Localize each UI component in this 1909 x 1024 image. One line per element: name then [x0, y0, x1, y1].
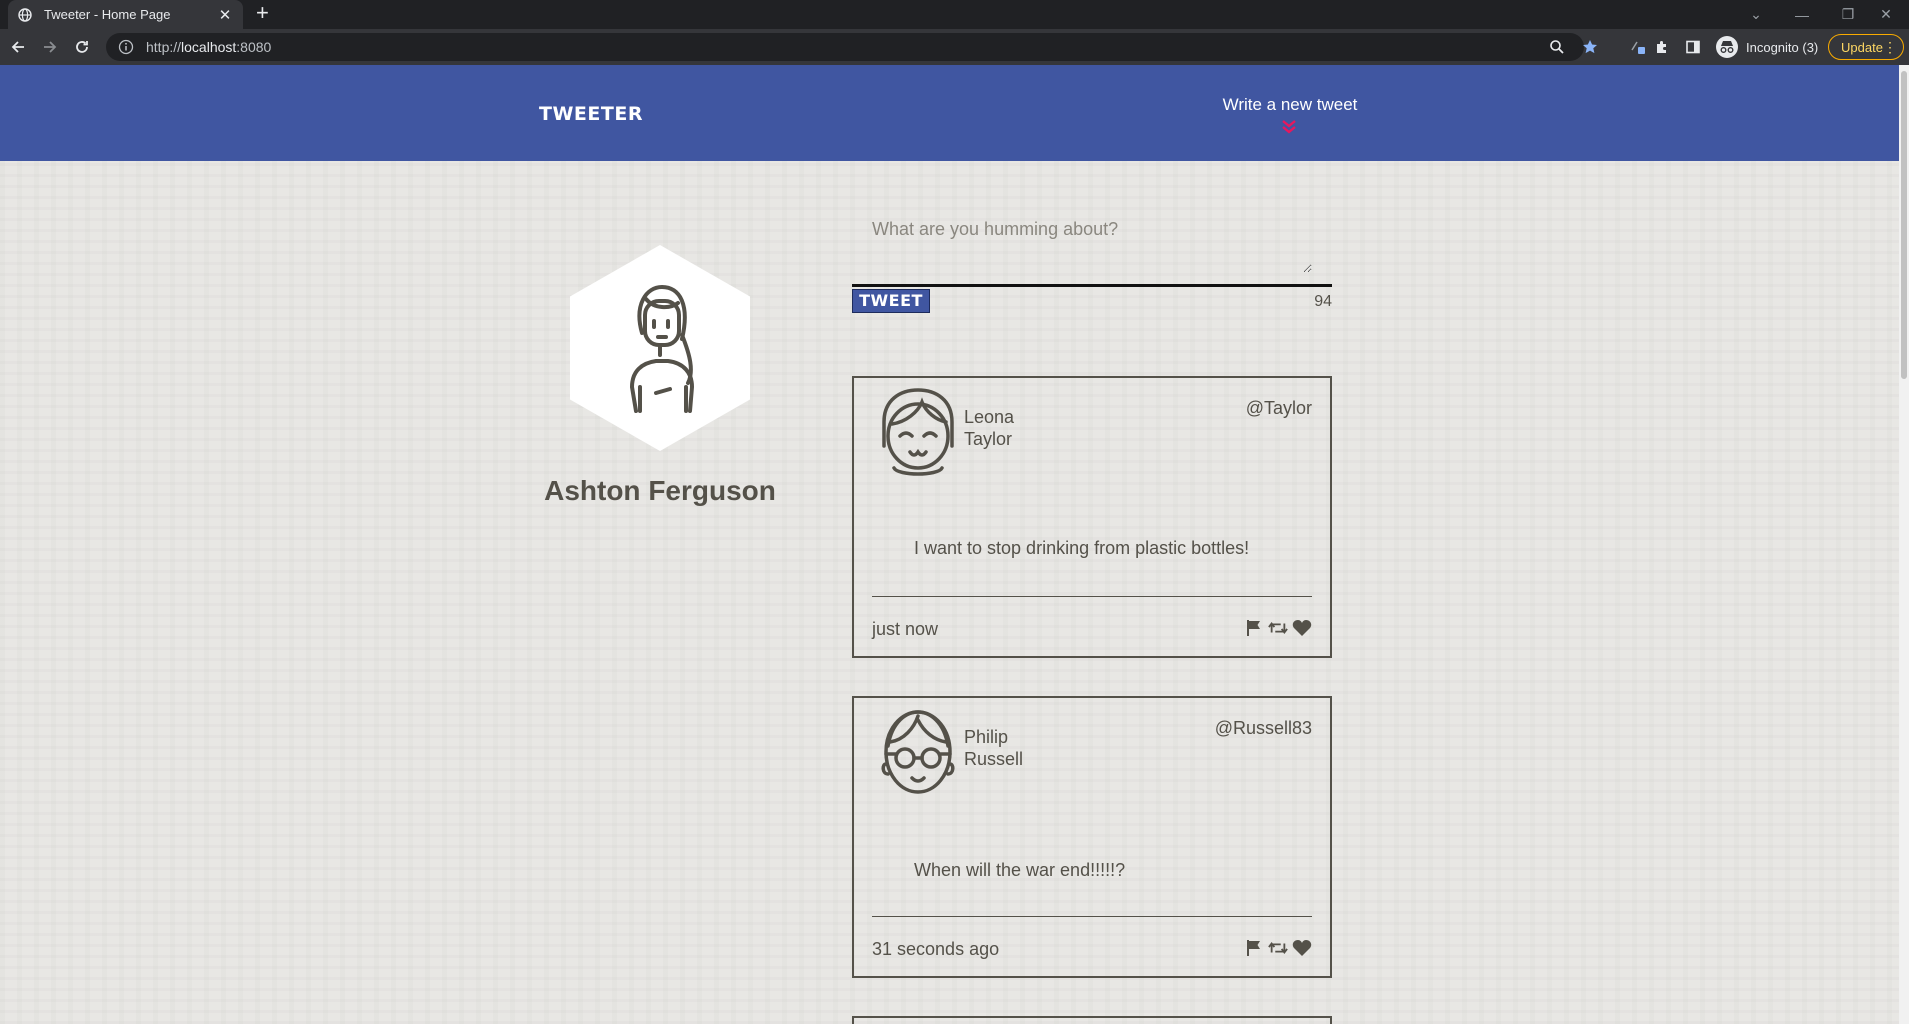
brand-logo[interactable]: TWEETER — [539, 103, 643, 125]
write-new-tweet-link[interactable]: Write a new tweet — [1220, 95, 1360, 115]
character-counter: 94 — [1314, 293, 1332, 310]
flag-icon[interactable] — [1244, 618, 1264, 638]
address-bar[interactable]: http://localhost:8080 — [106, 33, 1584, 61]
tweet-submit-button[interactable]: TWEET — [852, 289, 930, 313]
browser-menu-icon[interactable]: ⋮ — [1883, 39, 1897, 56]
double-chevron-down-icon[interactable] — [1280, 119, 1298, 135]
tweet-handle: @Russell83 — [1214, 718, 1312, 738]
compose-underline — [852, 284, 1332, 287]
site-info-icon[interactable] — [118, 39, 134, 55]
author-last-name: Russell — [964, 749, 1024, 769]
tweet-actions — [1244, 618, 1312, 638]
bookmark-star-icon[interactable] — [1580, 37, 1600, 57]
tab-search-icon[interactable]: ⌄ — [1733, 0, 1779, 29]
page-scrollbar[interactable] — [1899, 65, 1909, 1024]
smiling-girl-avatar-icon — [878, 386, 958, 476]
tweet-divider — [872, 916, 1312, 917]
tab-title: Tweeter - Home Page — [44, 7, 171, 22]
browser-toolbar: http://localhost:8080 Incognito (3) Upda… — [0, 29, 1909, 65]
side-panel-icon[interactable] — [1683, 37, 1703, 57]
globe-icon — [18, 7, 32, 22]
puzzle-piece-icon[interactable] — [1652, 37, 1672, 57]
author-first-name: Leona — [964, 407, 1015, 427]
tweet-handle: @Taylor — [1245, 398, 1312, 418]
incognito-label: Incognito (3) — [1746, 39, 1819, 55]
user-profile: Ashton Ferguson — [540, 245, 780, 507]
tweet-timestamp: just now — [872, 619, 939, 639]
page-viewport: TWEETER Write a new tweet Ashton Ferguso… — [0, 65, 1899, 1024]
back-arrow-icon[interactable] — [6, 35, 30, 59]
tweet-card: Philip Russell @Russell83 When will the … — [852, 696, 1332, 978]
browser-tab-strip: Tweeter - Home Page ✕ + ⌄ — ❐ ✕ — [0, 0, 1909, 29]
top-navigation: TWEETER Write a new tweet — [0, 65, 1899, 161]
tweet-author-name: Philip Russell — [964, 726, 1023, 770]
tweet-divider — [872, 596, 1312, 597]
tweet-content: When will the war end!!!!!? — [914, 860, 1126, 880]
glasses-boy-avatar-icon — [878, 706, 958, 796]
heart-icon[interactable] — [1292, 938, 1312, 958]
incognito-profile-button[interactable]: Incognito (3) — [1716, 34, 1818, 60]
new-tab-button[interactable]: + — [256, 2, 269, 24]
tweet-card: Leona Taylor @Taylor I want to stop drin… — [852, 376, 1332, 658]
tweet-textarea[interactable] — [852, 213, 1312, 273]
author-last-name: Taylor — [964, 429, 1013, 449]
retweet-icon[interactable] — [1268, 938, 1288, 958]
extension-icon[interactable] — [1628, 37, 1648, 57]
retweet-icon[interactable] — [1268, 618, 1288, 638]
scrollbar-thumb[interactable] — [1901, 71, 1907, 379]
profile-name: Ashton Ferguson — [544, 475, 776, 506]
close-window-icon[interactable]: ✕ — [1863, 0, 1909, 29]
url-host: localhost — [181, 39, 237, 55]
close-tab-icon[interactable]: ✕ — [217, 6, 233, 24]
tweet-timestamp: 31 seconds ago — [872, 939, 1000, 959]
update-button[interactable]: Update ⋮ — [1828, 34, 1904, 60]
flag-icon[interactable] — [1244, 938, 1264, 958]
incognito-icon — [1716, 36, 1738, 58]
tweet-content: I want to stop drinking from plastic bot… — [914, 538, 1250, 558]
minimize-icon[interactable]: — — [1779, 0, 1825, 29]
update-label: Update — [1841, 39, 1883, 55]
forward-arrow-icon[interactable] — [38, 35, 62, 59]
tweet-actions — [1244, 938, 1312, 958]
woman-avatar-icon — [630, 285, 694, 413]
url-prefix: http:// — [146, 39, 182, 55]
browser-tab[interactable]: Tweeter - Home Page ✕ — [8, 0, 243, 29]
tweet-author-name: Leona Taylor — [964, 406, 1014, 450]
author-first-name: Philip — [964, 727, 1009, 747]
tweet-card-partial — [852, 1016, 1332, 1024]
profile-avatar-hexagon — [570, 245, 750, 451]
zoom-icon[interactable] — [1547, 37, 1567, 57]
compose-tweet-form: TWEET 94 — [852, 213, 1332, 313]
reload-icon[interactable] — [70, 35, 94, 59]
heart-icon[interactable] — [1292, 618, 1312, 638]
url-port: :8080 — [236, 39, 272, 55]
